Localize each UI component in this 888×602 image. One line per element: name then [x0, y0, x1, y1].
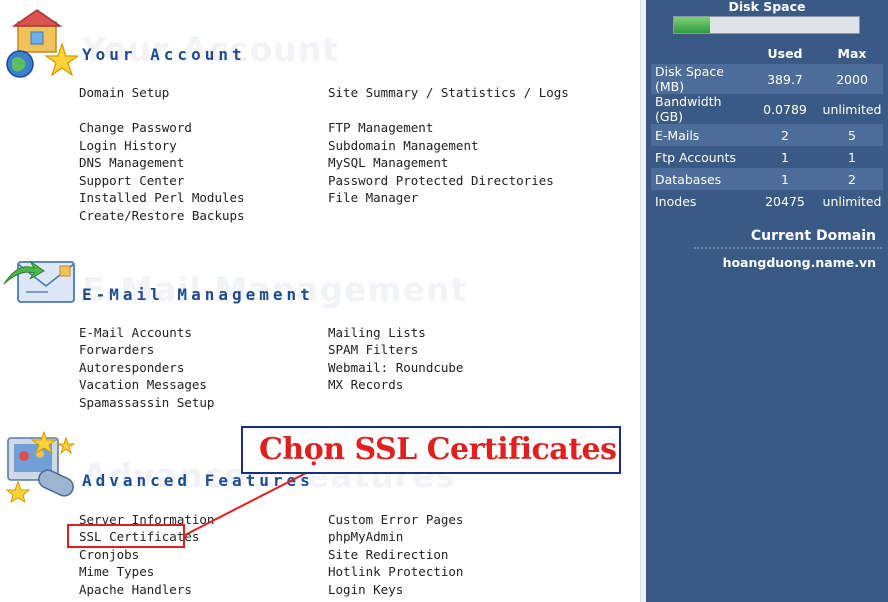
stats-row-bandwidth: Bandwidth (GB) 0.0789 unlimited: [651, 94, 883, 124]
link-change-password[interactable]: Change Password: [79, 120, 192, 135]
link-mx-records[interactable]: MX Records: [328, 377, 403, 392]
link-cronjobs[interactable]: Cronjobs: [79, 547, 139, 562]
stats-row-ftp-accounts: Ftp Accounts 1 1: [651, 146, 883, 168]
stats-max: 1: [848, 149, 856, 165]
house-icon: [6, 9, 78, 78]
stats-row-emails: E-Mails 2 5: [651, 124, 883, 146]
link-mailing-lists[interactable]: Mailing Lists: [328, 325, 426, 340]
link-custom-error-pages[interactable]: Custom Error Pages: [328, 512, 463, 527]
stats-max: 5: [821, 124, 883, 146]
col-used-header: Used: [767, 45, 803, 61]
envelope-icon: [3, 260, 75, 303]
link-support-center[interactable]: Support Center: [79, 173, 184, 188]
stats-label: Databases: [651, 168, 749, 190]
stats-used: 1: [749, 168, 821, 190]
link-spamassassin-setup[interactable]: Spamassassin Setup: [79, 395, 214, 410]
link-email-accounts[interactable]: E-Mail Accounts: [79, 325, 192, 340]
disk-space-progress-fill: [674, 17, 711, 33]
advanced-tools-icon: [5, 430, 76, 504]
col-max-header: Max: [837, 45, 867, 61]
link-subdomain-management[interactable]: Subdomain Management: [328, 138, 479, 153]
stats-row-databases: Databases 1 2: [651, 168, 883, 190]
stats-row-disk-space: Disk Space (MB) 389.7 2000: [651, 64, 883, 94]
main-panel: Your Account Your Account Domain Setup C…: [0, 0, 640, 602]
stats-row-inodes: Inodes 20475 unlimited: [651, 190, 883, 212]
link-forwarders[interactable]: Forwarders: [79, 342, 154, 357]
stats-label: E-Mails: [651, 124, 749, 146]
link-login-keys[interactable]: Login Keys: [328, 582, 403, 597]
stats-used: 20475: [765, 193, 805, 209]
link-installed-perl-modules[interactable]: Installed Perl Modules: [79, 190, 245, 205]
stats-used: 2: [749, 124, 821, 146]
link-ftp-management[interactable]: FTP Management: [328, 120, 433, 135]
link-file-manager[interactable]: File Manager: [328, 190, 418, 205]
link-mime-types[interactable]: Mime Types: [79, 564, 154, 579]
annotation-callout: Chọn SSL Certificates: [241, 426, 621, 474]
sidebar-panel: Disk Space Used Max Disk Space (MB) 389.…: [646, 0, 888, 602]
stats-max: 2000: [821, 64, 883, 94]
stats-label: Disk Space (MB): [651, 64, 749, 94]
stats-used: 389.7: [749, 64, 821, 94]
stats-label: Bandwidth (GB): [655, 94, 722, 124]
stats-max: 2: [821, 168, 883, 190]
current-domain-value[interactable]: hoangduong.name.vn: [723, 255, 876, 270]
stats-max: unlimited: [822, 193, 882, 209]
link-autoresponders[interactable]: Autoresponders: [79, 360, 184, 375]
section-title-email-management: E-Mail Management: [82, 285, 314, 304]
link-dns-management[interactable]: DNS Management: [79, 155, 184, 170]
current-domain-title: Current Domain: [750, 228, 876, 244]
link-mysql-management[interactable]: MySQL Management: [328, 155, 448, 170]
section-title-your-account: Your Account: [82, 45, 246, 64]
disk-space-progress-bar: [673, 16, 860, 34]
link-phpmyadmin[interactable]: phpMyAdmin: [328, 529, 403, 544]
link-password-protected-directories[interactable]: Password Protected Directories: [328, 173, 554, 188]
link-login-history[interactable]: Login History: [79, 138, 177, 153]
link-apache-handlers[interactable]: Apache Handlers: [79, 582, 192, 597]
usage-stats-header: Used Max: [651, 42, 883, 64]
stats-label: Inodes: [655, 193, 697, 209]
link-site-summary[interactable]: Site Summary / Statistics / Logs: [328, 85, 569, 100]
link-site-redirection[interactable]: Site Redirection: [328, 547, 448, 562]
stats-used: 0.0789: [763, 101, 807, 117]
current-domain-divider: [694, 247, 882, 249]
link-spam-filters[interactable]: SPAM Filters: [328, 342, 418, 357]
link-hotlink-protection[interactable]: Hotlink Protection: [328, 564, 463, 579]
disk-space-title: Disk Space: [728, 0, 806, 14]
annotation-text: Chọn SSL Certificates: [259, 432, 617, 467]
ssl-certificates-highlight-box: [67, 524, 185, 548]
link-vacation-messages[interactable]: Vacation Messages: [79, 377, 207, 392]
usage-stats-table: Used Max Disk Space (MB) 389.7 2000 Band…: [651, 42, 883, 212]
link-create-restore-backups[interactable]: Create/Restore Backups: [79, 208, 245, 223]
stats-label: Ftp Accounts: [655, 149, 736, 165]
stats-used: 1: [781, 149, 789, 165]
stats-max: unlimited: [822, 101, 882, 117]
link-webmail-roundcube[interactable]: Webmail: Roundcube: [328, 360, 463, 375]
link-domain-setup[interactable]: Domain Setup: [79, 85, 169, 100]
